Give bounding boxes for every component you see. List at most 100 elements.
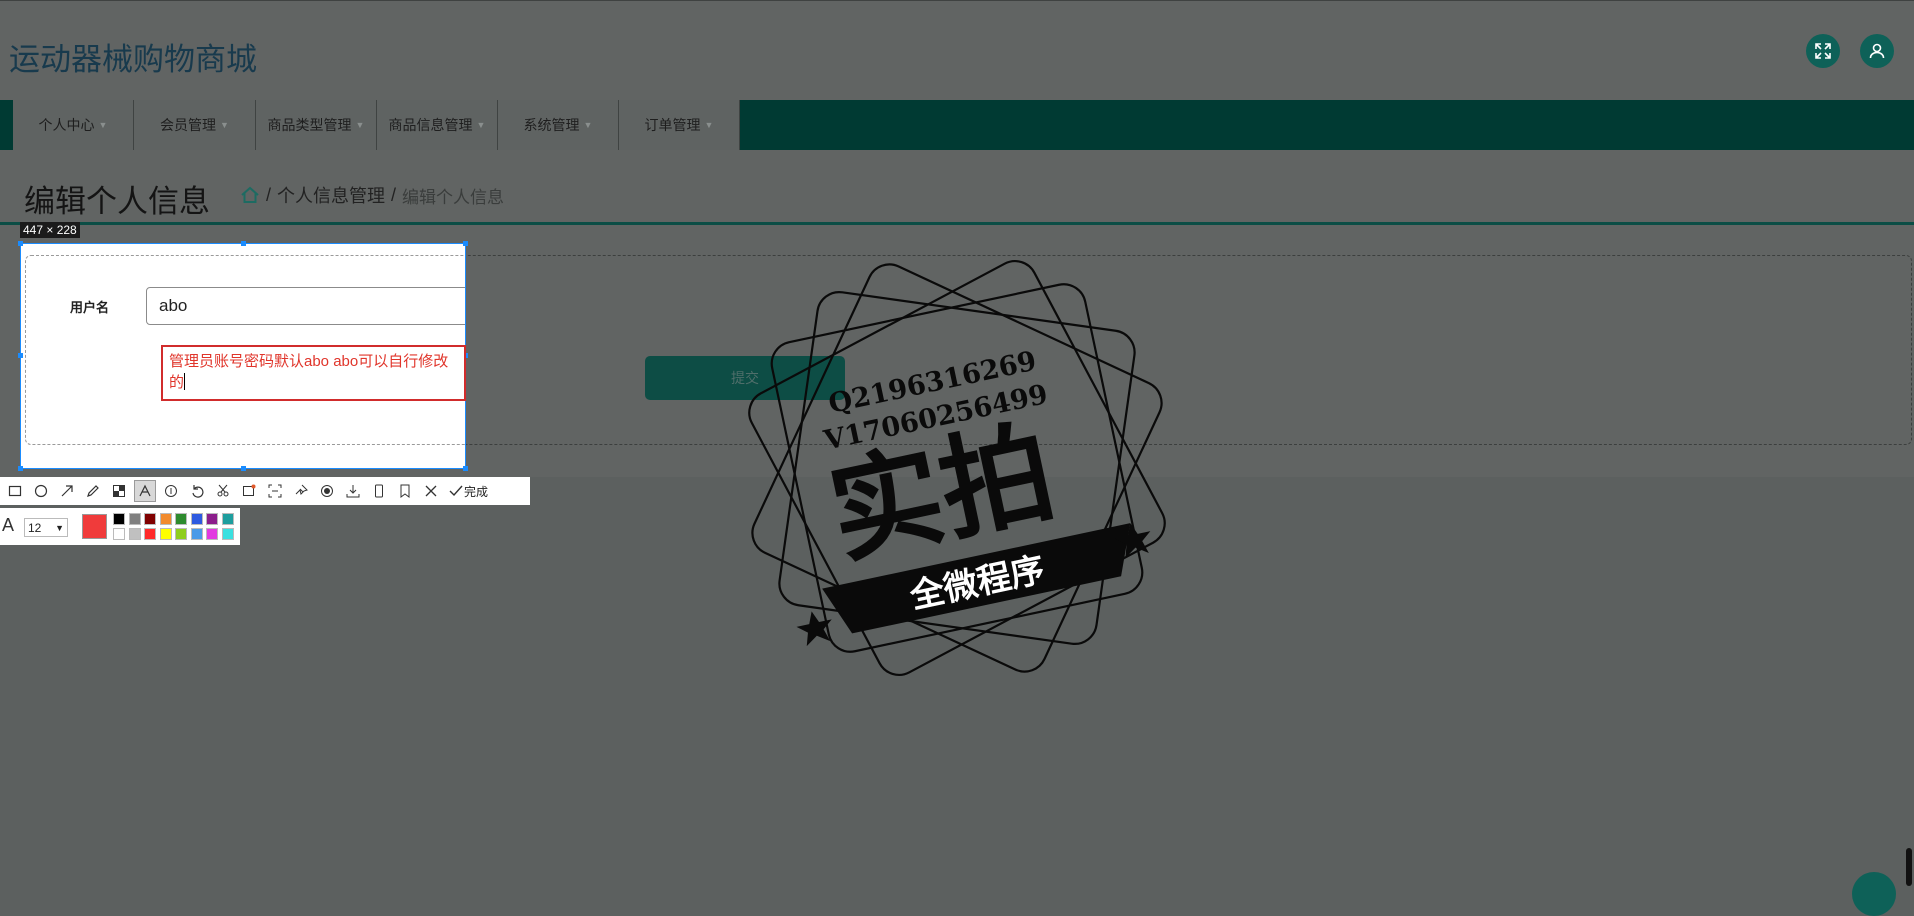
nav-item-system-management[interactable]: 系统管理 ▼: [498, 100, 619, 150]
caret-down-icon: ▼: [220, 120, 229, 130]
font-icon: A: [2, 515, 15, 535]
main-nav: 个人中心 ▼ 会员管理 ▼ 商品类型管理 ▼ 商品信息管理 ▼ 系统管理 ▼ 订单管理 ▼: [0, 100, 1914, 150]
caret-down-icon: ▼: [98, 120, 108, 130]
expand-icon: [1815, 43, 1831, 59]
annotation-text: 管理员账号密码默认abo abo可以自行修改的: [169, 353, 449, 391]
phone-button[interactable]: [368, 480, 390, 502]
color-swatch[interactable]: [113, 513, 125, 525]
color-swatch[interactable]: [206, 528, 218, 540]
color-swatch[interactable]: [113, 528, 125, 540]
text-cursor: [184, 373, 186, 390]
page-header: 编辑个人信息 / 个人信息管理 / 编辑个人信息: [0, 150, 1914, 225]
breadcrumb: / 个人信息管理 / 编辑个人信息: [240, 182, 504, 208]
nav-item-label: 商品信息管理: [388, 117, 473, 133]
crop-button[interactable]: [212, 480, 234, 502]
scrollbar-thumb[interactable]: [1906, 848, 1912, 886]
color-swatch[interactable]: [128, 528, 141, 540]
resize-handle[interactable]: [463, 466, 468, 471]
text-options-bar: A 12 ▼: [0, 508, 240, 545]
caret-down-icon: ▼: [355, 120, 365, 130]
user-icon: [1869, 43, 1885, 59]
undo-icon: [192, 485, 204, 498]
pin-button[interactable]: [290, 480, 312, 502]
nav-item-product-type-management[interactable]: 商品类型管理 ▼: [256, 100, 377, 150]
username-label: 用户名: [70, 300, 110, 315]
cancel-button[interactable]: [420, 480, 442, 502]
nav-item-label: 商品类型管理: [267, 117, 352, 133]
color-swatch[interactable]: [190, 513, 203, 525]
app-header: 运动器械购物商城: [0, 0, 1914, 101]
number-marker-icon: [165, 485, 177, 497]
ellipse-tool[interactable]: [30, 480, 52, 502]
nav-item-product-info-management[interactable]: 商品信息管理 ▼: [377, 100, 498, 150]
breadcrumb-separator: /: [266, 184, 272, 205]
caret-down-icon: ▼: [583, 120, 593, 130]
watermark-stamp: Q2196316269 V17060256499 实拍 全微程序: [748, 260, 1166, 676]
number-tool[interactable]: [160, 480, 182, 502]
resize-handle[interactable]: [18, 241, 23, 246]
resize-handle[interactable]: [241, 241, 246, 246]
ocr-icon: [243, 484, 256, 496]
breadcrumb-level1[interactable]: 个人信息管理: [277, 182, 385, 208]
record-button[interactable]: [316, 480, 338, 502]
color-swatch[interactable]: [128, 513, 141, 525]
download-button[interactable]: [342, 480, 364, 502]
home-icon[interactable]: [240, 185, 260, 205]
user-button[interactable]: [1860, 34, 1894, 68]
text-tool[interactable]: [134, 480, 156, 502]
color-swatch[interactable]: [144, 513, 156, 525]
done-button[interactable]: 完成: [448, 483, 488, 500]
done-label: 完成: [464, 484, 489, 499]
color-swatch[interactable]: [144, 528, 156, 540]
record-icon: [321, 485, 333, 497]
color-swatch[interactable]: [159, 528, 172, 540]
close-icon: [425, 485, 437, 497]
page-title: 编辑个人信息: [24, 184, 210, 219]
resize-handle[interactable]: [241, 466, 246, 471]
mosaic-icon: [113, 485, 125, 497]
resize-handle[interactable]: [463, 241, 468, 246]
nav-item-member-management[interactable]: 会员管理 ▼: [134, 100, 256, 150]
circle-icon: [34, 484, 48, 498]
chevron-down-icon: ▼: [55, 523, 64, 533]
breadcrumb-separator: /: [391, 184, 397, 205]
font-size-value: 12: [28, 521, 42, 535]
color-swatch[interactable]: [159, 513, 172, 525]
username-input[interactable]: abo: [146, 287, 465, 325]
font-size-select[interactable]: 12 ▼: [24, 518, 68, 537]
mosaic-tool[interactable]: [108, 480, 130, 502]
text-a-icon: [139, 484, 151, 497]
text-annotation[interactable]: 管理员账号密码默认abo abo可以自行修改的: [161, 345, 466, 401]
scan-icon: [268, 484, 282, 498]
color-swatch[interactable]: [175, 513, 187, 525]
color-swatch[interactable]: [221, 528, 234, 540]
phone-icon: [375, 484, 383, 498]
resize-handle[interactable]: [18, 466, 23, 471]
breadcrumb-current: 编辑个人信息: [402, 187, 505, 207]
arrow-tool[interactable]: [56, 480, 78, 502]
rectangle-icon: [8, 485, 22, 497]
color-swatch[interactable]: [175, 528, 187, 540]
nav-item-order-management[interactable]: 订单管理 ▼: [619, 100, 740, 150]
ocr-button[interactable]: [238, 480, 260, 502]
nav-item-label: 会员管理: [160, 117, 217, 133]
color-swatch[interactable]: [221, 513, 234, 525]
app-title: 运动器械购物商城: [9, 42, 257, 77]
nav-item-label: 订单管理: [644, 117, 701, 133]
scroll-capture-button[interactable]: [264, 480, 286, 502]
floating-action-button[interactable]: [1852, 872, 1896, 916]
resize-handle[interactable]: [18, 353, 23, 358]
check-icon: [449, 485, 463, 497]
color-swatch[interactable]: [190, 528, 203, 540]
nav-item-personal-center[interactable]: 个人中心 ▼: [13, 100, 134, 150]
bookmark-button[interactable]: [394, 480, 416, 502]
pin-icon: [295, 484, 308, 495]
current-color-swatch[interactable]: [82, 514, 107, 539]
caret-down-icon: ▼: [476, 120, 486, 130]
color-swatch[interactable]: [206, 513, 218, 525]
undo-button[interactable]: [186, 480, 208, 502]
arrow-icon: [61, 485, 73, 497]
pen-tool[interactable]: [82, 480, 104, 502]
rectangle-tool[interactable]: [4, 480, 26, 502]
fullscreen-button[interactable]: [1806, 34, 1840, 68]
